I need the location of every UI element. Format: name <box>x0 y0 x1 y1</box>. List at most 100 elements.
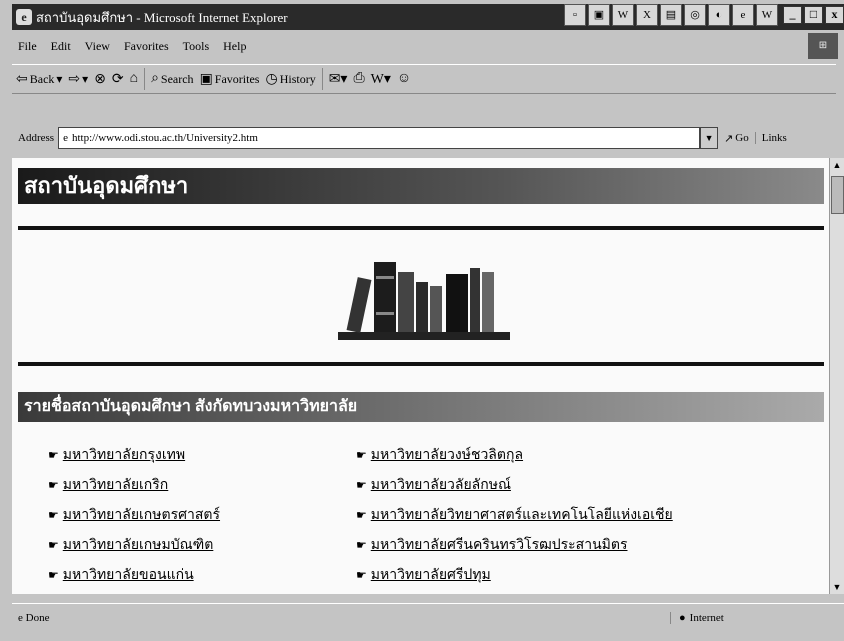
menu-tools[interactable]: Tools <box>183 39 210 54</box>
go-arrow-icon: ↗ <box>724 132 734 145</box>
page-icon: e <box>63 132 68 144</box>
status-text: e Done <box>18 612 578 624</box>
discuss-icon[interactable]: ☺ <box>397 71 411 87</box>
university-link[interactable]: มหาวิทยาลัยเกษมบัณฑิต <box>63 534 214 556</box>
forward-button[interactable]: ⇨ ▾ <box>68 71 88 88</box>
favorites-icon: ▣ <box>199 71 213 87</box>
address-label: Address <box>18 132 55 144</box>
menu-file[interactable]: File <box>18 39 37 54</box>
stop-icon[interactable]: ⊗ <box>94 71 106 88</box>
toolbar-separator <box>321 68 323 90</box>
favorites-button[interactable]: ▣ Favorites <box>200 71 260 88</box>
links-button[interactable]: Links <box>754 132 787 144</box>
zone-label: Internet <box>689 612 724 624</box>
search-icon: ⌕ <box>151 71 159 86</box>
scroll-down-icon[interactable]: ▼ <box>830 580 844 594</box>
search-button[interactable]: ⌕ Search <box>151 71 194 87</box>
list-item[interactable]: ☛ มหาวิทยาลัยเกษตรศาสตร์ <box>48 500 220 530</box>
app-icon[interactable]: e <box>732 4 754 26</box>
maximize-button[interactable]: □ <box>804 6 823 24</box>
list-item[interactable]: ☛ มหาวิทยาลัยวลัยลักษณ์ <box>356 470 673 500</box>
app-icon[interactable]: X <box>636 4 658 26</box>
globe-icon: ● <box>679 612 686 624</box>
university-link[interactable]: มหาวิทยาลัยกรุงเทพ <box>63 444 185 466</box>
app-icon[interactable]: W <box>756 4 778 26</box>
chevron-down-icon[interactable]: ▾ <box>56 72 62 87</box>
print-icon[interactable]: ⎙ <box>353 71 364 87</box>
university-link[interactable]: มหาวิทยาลัยวิทยาศาสตร์และเทคโนโลยีแห่งเอ… <box>371 504 673 526</box>
menu-edit[interactable]: Edit <box>51 39 71 54</box>
ie-icon: e <box>16 9 32 25</box>
menu-bar: File Edit View Favorites Tools Help <box>12 36 812 56</box>
security-zone: ● Internet <box>670 612 724 624</box>
list-item[interactable]: ☛ มหาวิทยาลัยวิทยาศาสตร์และเทคโนโลยีแห่งเ… <box>356 500 673 530</box>
app-icon[interactable]: ▫ <box>564 4 586 26</box>
pointing-hand-icon: ☛ <box>356 477 367 492</box>
pointing-hand-icon: ☛ <box>48 567 59 582</box>
list-item[interactable]: ☛ มหาวิทยาลัยวงษ์ชวลิตกุล <box>356 440 673 470</box>
menu-help[interactable]: Help <box>223 39 246 54</box>
list-item[interactable]: ☛ มหาวิทยาลัยขอนแก่น <box>48 560 220 590</box>
history-button[interactable]: ◷ History <box>265 71 315 88</box>
university-link[interactable]: มหาวิทยาลัยเกริก <box>63 474 169 496</box>
back-button[interactable]: ⇦ Back ▾ <box>16 71 62 88</box>
back-label: Back <box>29 71 55 86</box>
scroll-up-icon[interactable]: ▲ <box>830 158 844 172</box>
pointing-hand-icon: ☛ <box>356 537 367 552</box>
window-controls: _ □ x <box>783 6 844 24</box>
scroll-thumb[interactable] <box>831 176 844 214</box>
go-button[interactable]: ↗ Go <box>724 132 749 145</box>
pointing-hand-icon: ☛ <box>48 477 59 492</box>
app-icon[interactable]: ▤ <box>660 4 682 26</box>
address-dropdown[interactable]: ▼ <box>700 127 719 149</box>
window-title: สถาบันอุดมศึกษา - Microsoft Internet Exp… <box>36 9 288 25</box>
university-link[interactable]: มหาวิทยาลัยวลัยลักษณ์ <box>371 474 511 496</box>
page-title: สถาบันอุดมศึกษา <box>18 168 824 204</box>
back-arrow-icon: ⇦ <box>16 71 28 87</box>
list-item[interactable]: ☛ มหาวิทยาลัยเกษมบัณฑิต <box>48 530 220 560</box>
menu-view[interactable]: View <box>85 39 110 54</box>
list-item[interactable]: ☛ มหาวิทยาลัยศรีนครินทรวิโรฒประสานมิตร <box>356 530 673 560</box>
history-icon: ◷ <box>265 71 278 87</box>
menu-favorites[interactable]: Favorites <box>124 39 169 54</box>
university-list-right: ☛ มหาวิทยาลัยวงษ์ชวลิตกุล ☛ มหาวิทยาลัยวลั… <box>356 440 673 590</box>
close-button[interactable]: x <box>825 6 844 24</box>
vertical-scrollbar[interactable]: ▲ ▼ <box>829 158 844 594</box>
divider <box>18 362 824 366</box>
browser-window: e สถาบันอุดมศึกษา - Microsoft Internet E… <box>0 0 844 641</box>
mail-icon[interactable]: ✉▾ <box>329 71 348 88</box>
address-url: http://www.odi.stou.ac.th/University2.ht… <box>71 132 258 144</box>
refresh-icon[interactable]: ⟳ <box>112 71 124 88</box>
favorites-label: Favorites <box>214 71 260 86</box>
pointing-hand-icon: ☛ <box>48 537 59 552</box>
app-icon[interactable]: W <box>612 4 634 26</box>
pointing-hand-icon: ☛ <box>356 507 367 522</box>
university-link[interactable]: มหาวิทยาลัยศรีปทุม <box>371 564 491 586</box>
list-item[interactable]: ☛ มหาวิทยาลัยศรีปทุม <box>356 560 673 590</box>
app-icon[interactable]: ◐ <box>708 4 730 26</box>
chevron-down-icon[interactable]: ▾ <box>82 72 88 87</box>
app-icon[interactable]: ▣ <box>588 4 610 26</box>
address-bar: Address e http://www.odi.stou.ac.th/Univ… <box>12 124 844 152</box>
minimize-button[interactable]: _ <box>783 6 802 24</box>
university-link[interactable]: มหาวิทยาลัยศรีนครินทรวิโรฒประสานมิตร <box>371 534 628 556</box>
edit-icon[interactable]: W▾ <box>371 71 391 88</box>
forward-arrow-icon: ⇨ <box>68 71 81 87</box>
home-icon[interactable]: ⌂ <box>130 71 138 87</box>
university-link[interactable]: มหาวิทยาลัยวงษ์ชวลิตกุล <box>371 444 523 466</box>
page-icon: e <box>18 612 23 624</box>
windows-logo-icon: ⊞ <box>808 33 838 59</box>
university-link[interactable]: มหาวิทยาลัยขอนแก่น <box>63 564 194 586</box>
list-item[interactable]: ☛ มหาวิทยาลัยกรุงเทพ <box>48 440 220 470</box>
pointing-hand-icon: ☛ <box>356 447 367 462</box>
section-title: รายชื่อสถาบันอุดมศึกษา สังกัดทบวงมหาวิทย… <box>18 392 824 422</box>
status-bar: e Done ● Internet <box>12 603 844 632</box>
pointing-hand-icon: ☛ <box>48 507 59 522</box>
list-item[interactable]: ☛ มหาวิทยาลัยเกริก <box>48 470 220 500</box>
university-link[interactable]: มหาวิทยาลัยเกษตรศาสตร์ <box>63 504 220 526</box>
pointing-hand-icon: ☛ <box>48 447 59 462</box>
go-label: Go <box>735 132 749 144</box>
books-image <box>338 262 510 340</box>
app-icon[interactable]: ◎ <box>684 4 706 26</box>
address-input[interactable]: e http://www.odi.stou.ac.th/University2.… <box>58 127 701 149</box>
